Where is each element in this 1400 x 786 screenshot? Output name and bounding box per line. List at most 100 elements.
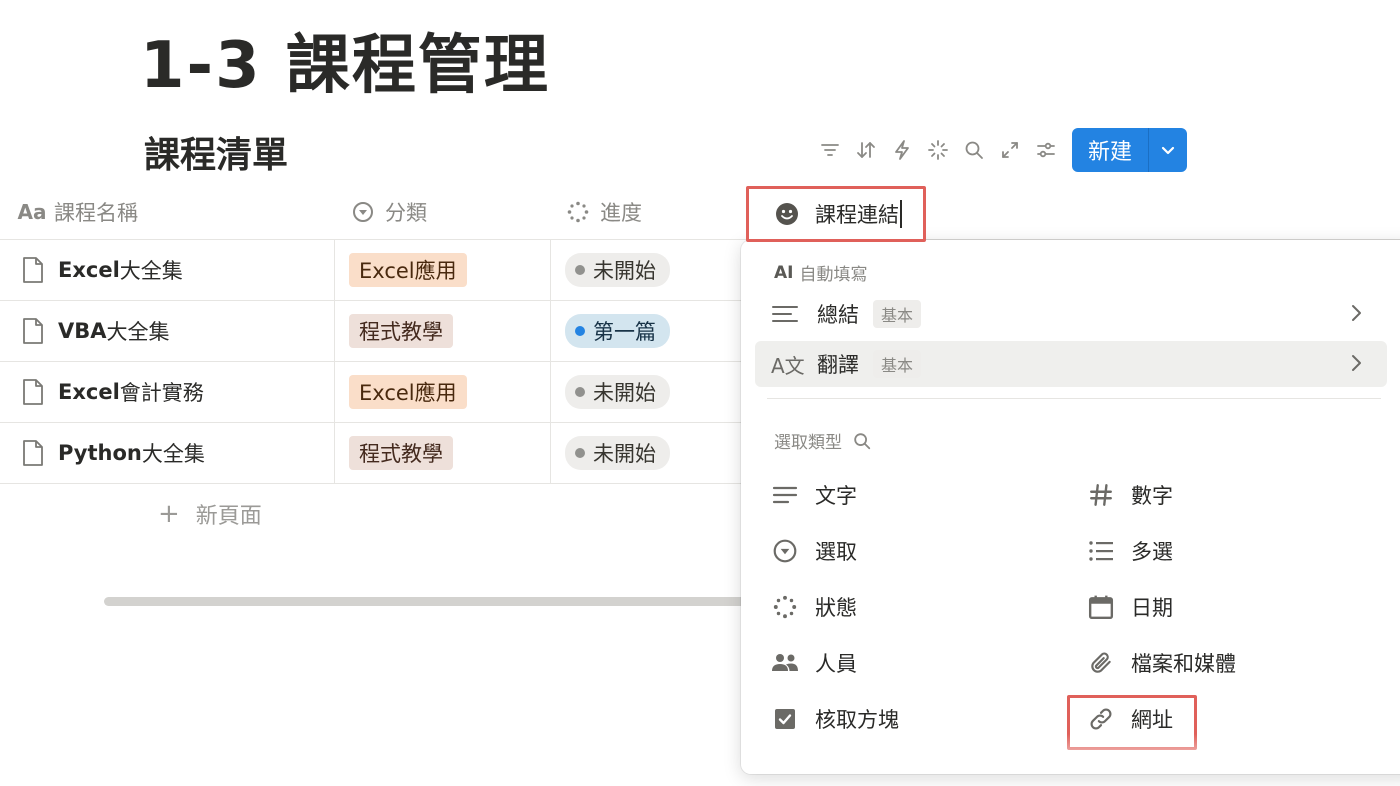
type-option-status[interactable]: 狀態 [771,587,857,627]
people-icon [771,649,799,677]
type-label: 選取 [815,540,857,564]
type-option-files-media[interactable]: 檔案和媒體 [1087,643,1236,683]
database-toolbar: 新建 [812,128,1188,172]
type-option-text[interactable]: 文字 [771,475,857,515]
plan-badge: 基本 [873,300,922,328]
type-label: 數字 [1131,484,1173,508]
property-name-input[interactable]: 課程連結 [746,186,926,242]
section-label-text: 選取類型 [774,433,842,453]
category-cell[interactable]: 程式教學 [349,423,453,483]
status-icon [564,198,592,226]
course-name-cell[interactable]: Excel 會計實務 [20,362,204,422]
type-option-number[interactable]: 數字 [1087,475,1173,515]
status-icon [771,593,799,621]
category-cell[interactable]: Excel應用 [349,362,467,422]
column-header-name[interactable]: Aa 課程名稱 [18,184,138,240]
ai-item-label: 總結 [817,303,859,327]
status-dot [575,448,585,458]
new-button-label[interactable]: 新建 [1072,128,1150,172]
section-label-text: 自動填寫 [799,265,868,285]
smiley-icon[interactable] [775,202,799,226]
sort-icon[interactable] [848,132,884,168]
table-header: Aa 課程名稱 分類 進度 [0,184,1400,240]
new-page-button[interactable]: + 新頁面 [158,498,262,530]
summary-lines-icon [771,302,801,326]
type-label: 人員 [815,652,857,676]
course-name-cell[interactable]: Excel 大全集 [20,240,183,300]
new-button[interactable]: 新建 [1072,128,1188,172]
course-name-en: VBA [58,319,107,343]
property-type-menu: AI 自動填寫 總結 基本 A文 翻譯 基本 選取類型 文字 選取 狀態 人員 核 [741,240,1400,774]
status-badge: 未開始 [565,436,670,470]
course-name-zh: 大全集 [106,320,170,344]
database-title[interactable]: 課程清單 [144,126,288,178]
select-icon [771,537,799,565]
progress-cell[interactable]: 未開始 [565,362,670,422]
sparkle-icon[interactable] [920,132,956,168]
ai-item-summary[interactable]: 總結 基本 [755,291,1387,337]
paperclip-icon [1087,649,1115,677]
status-badge: 未開始 [565,375,670,409]
status-dot [575,387,585,397]
type-option-checkbox[interactable]: 核取方塊 [771,699,899,739]
menu-scroll-fade [741,734,1400,774]
column-label: 進度 [600,201,642,225]
ai-label: AI [774,262,794,283]
category-cell[interactable]: 程式教學 [349,301,453,361]
type-option-date[interactable]: 日期 [1087,587,1173,627]
category-cell[interactable]: Excel應用 [349,240,467,300]
progress-cell[interactable]: 未開始 [565,240,670,300]
status-label: 第一篇 [593,320,656,344]
settings-icon[interactable] [1028,132,1064,168]
course-name-en: Excel [58,258,120,282]
course-name-cell[interactable]: VBA 大全集 [20,301,170,361]
course-name-cell[interactable]: Python 大全集 [20,423,205,483]
property-name-value: 課程連結 [815,203,899,227]
category-tag: Excel應用 [349,375,467,409]
column-header-category[interactable]: 分類 [349,184,427,240]
chevron-right-icon [1352,305,1361,321]
page-icon [23,318,43,344]
type-label: 日期 [1131,596,1173,620]
status-badge: 未開始 [565,253,670,287]
progress-cell[interactable]: 未開始 [565,423,670,483]
lightning-icon[interactable] [884,132,920,168]
horizontal-scrollbar[interactable] [104,597,764,606]
hash-icon [1087,481,1115,509]
select-icon [349,198,377,226]
chevron-down-icon[interactable] [1149,128,1187,172]
status-label: 未開始 [593,381,656,405]
course-name-zh: 大全集 [141,442,205,466]
text-icon [771,481,799,509]
status-dot [575,265,585,275]
search-icon[interactable] [956,132,992,168]
progress-cell[interactable]: 第一篇 [565,301,670,361]
type-section-label: 選取類型 [774,428,872,453]
ai-item-translate[interactable]: A文 翻譯 基本 [755,341,1387,387]
filter-icon[interactable] [812,132,848,168]
text-title-icon: Aa [17,200,47,224]
page-icon [23,440,43,466]
calendar-icon [1087,593,1115,621]
type-label: 狀態 [815,596,857,620]
column-label: 課程名稱 [54,201,138,225]
page-icon [23,379,43,405]
plus-icon: + [158,499,180,529]
chevron-right-icon [1352,355,1361,371]
expand-icon[interactable] [992,132,1028,168]
category-tag: 程式教學 [349,436,453,470]
menu-divider [767,398,1381,399]
new-page-label: 新頁面 [195,504,262,529]
translate-icon: A文 [771,353,805,378]
column-label: 分類 [385,201,427,225]
status-badge: 第一篇 [565,314,670,348]
course-name-en: Excel [58,380,120,404]
column-header-progress[interactable]: 進度 [564,184,642,240]
type-option-people[interactable]: 人員 [771,643,857,683]
type-option-multi-select[interactable]: 多選 [1087,531,1173,571]
search-icon[interactable] [852,431,872,451]
type-option-select[interactable]: 選取 [771,531,857,571]
list-icon [1087,537,1115,565]
category-tag: 程式教學 [349,314,453,348]
ai-autofill-section-label: AI 自動填寫 [774,260,868,286]
